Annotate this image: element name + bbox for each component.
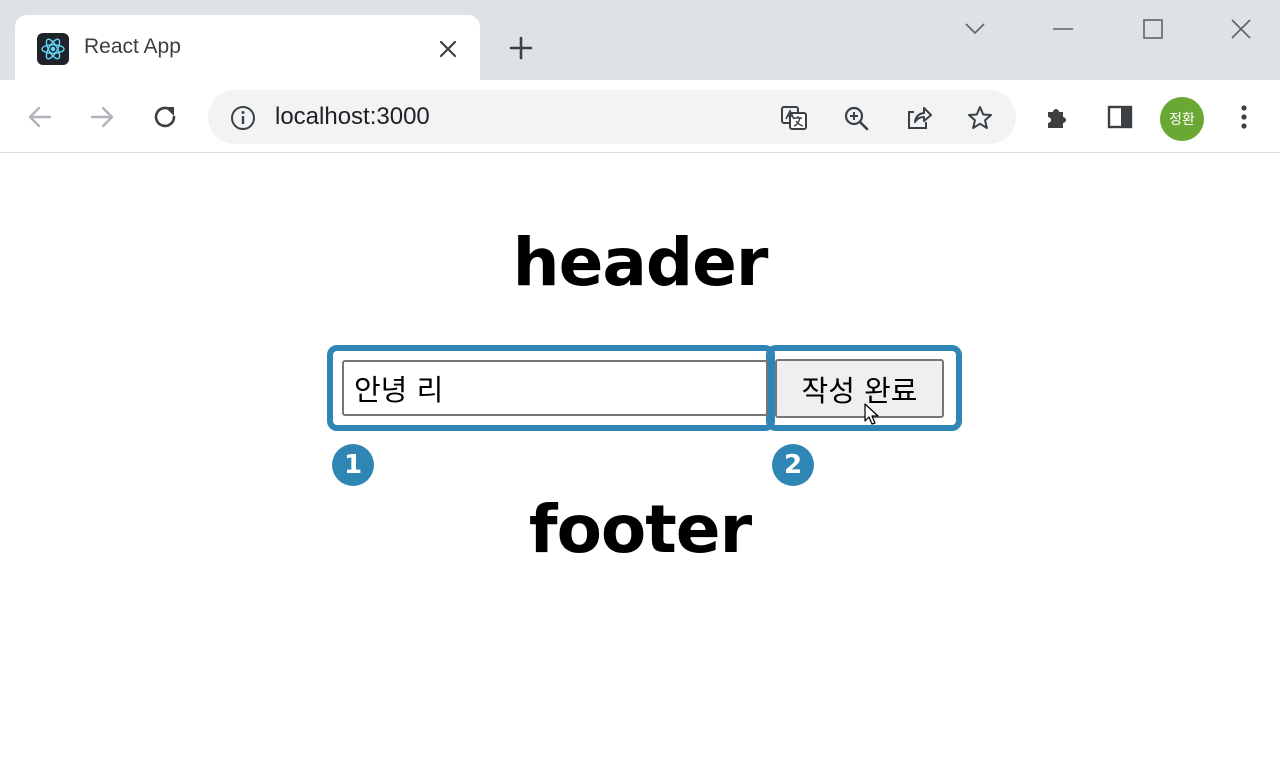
address-url: localhost:3000 xyxy=(275,103,430,130)
submit-button[interactable]: 작성 완료 xyxy=(775,359,944,418)
side-panel-icon[interactable] xyxy=(1103,100,1137,134)
arrow-left-icon[interactable] xyxy=(23,100,57,134)
close-icon[interactable] xyxy=(435,36,461,62)
arrow-right-icon[interactable] xyxy=(85,100,119,134)
text-input[interactable] xyxy=(342,360,768,416)
page-header: header xyxy=(512,224,769,301)
avatar[interactable]: 정환 xyxy=(1160,97,1204,141)
page-footer: footer xyxy=(528,491,752,568)
close-icon[interactable] xyxy=(1226,14,1256,44)
maximize-icon[interactable] xyxy=(1138,14,1168,44)
annotation-badge-1: 1 xyxy=(332,444,374,486)
plus-icon[interactable] xyxy=(505,32,537,64)
chevron-down-icon[interactable] xyxy=(960,14,990,44)
translate-icon[interactable] xyxy=(779,103,809,133)
tab-title: React App xyxy=(84,35,181,58)
reload-icon[interactable] xyxy=(148,100,182,134)
tab-strip: React App xyxy=(0,0,1280,81)
zoom-icon[interactable] xyxy=(841,103,871,133)
react-logo-icon xyxy=(37,33,69,65)
puzzle-icon[interactable] xyxy=(1041,100,1075,134)
more-vertical-icon[interactable] xyxy=(1227,100,1261,134)
share-icon[interactable] xyxy=(903,103,933,133)
browser-tab[interactable]: React App xyxy=(15,15,480,81)
mouse-pointer-icon xyxy=(864,403,880,431)
annotation-badge-2: 2 xyxy=(772,444,814,486)
info-icon[interactable] xyxy=(230,105,256,131)
address-bar[interactable]: localhost:3000 xyxy=(208,90,1016,144)
minimize-icon[interactable] xyxy=(1048,14,1078,44)
page-viewport: header 작성 완료 1 2 footer xyxy=(0,154,1280,778)
star-icon[interactable] xyxy=(965,103,995,133)
browser-toolbar: localhost:3000 정환 xyxy=(0,80,1280,153)
